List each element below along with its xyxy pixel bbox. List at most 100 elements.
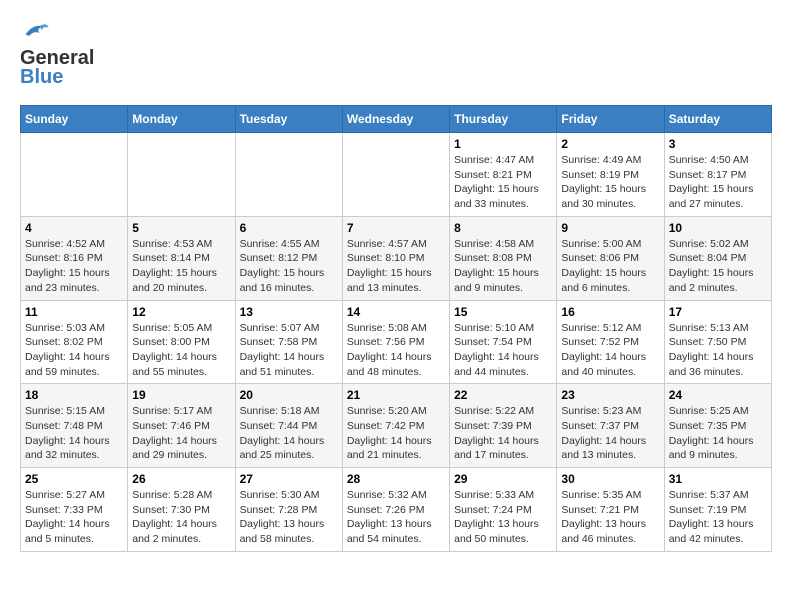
day-info: Sunrise: 4:53 AM Sunset: 8:14 PM Dayligh… (132, 237, 230, 296)
calendar-day-cell: 23 Sunrise: 5:23 AM Sunset: 7:37 PM Dayli… (557, 384, 664, 468)
day-info: Sunrise: 4:58 AM Sunset: 8:08 PM Dayligh… (454, 237, 552, 296)
calendar-day-cell: 21 Sunrise: 5:20 AM Sunset: 7:42 PM Dayli… (342, 384, 449, 468)
day-number: 23 (561, 388, 659, 402)
calendar-day-cell: 13 Sunrise: 5:07 AM Sunset: 7:58 PM Dayli… (235, 300, 342, 384)
calendar-day-cell: 3 Sunrise: 4:50 AM Sunset: 8:17 PM Daylig… (664, 133, 771, 217)
day-number: 14 (347, 305, 445, 319)
day-info: Sunrise: 5:27 AM Sunset: 7:33 PM Dayligh… (25, 488, 123, 547)
page-header: General Blue (20, 20, 772, 89)
calendar-day-cell: 11 Sunrise: 5:03 AM Sunset: 8:02 PM Dayli… (21, 300, 128, 384)
calendar-day-cell: 20 Sunrise: 5:18 AM Sunset: 7:44 PM Dayli… (235, 384, 342, 468)
calendar-day-cell (128, 133, 235, 217)
day-info: Sunrise: 5:32 AM Sunset: 7:26 PM Dayligh… (347, 488, 445, 547)
calendar-day-cell: 1 Sunrise: 4:47 AM Sunset: 8:21 PM Daylig… (450, 133, 557, 217)
day-info: Sunrise: 4:50 AM Sunset: 8:17 PM Dayligh… (669, 153, 767, 212)
calendar-body: 1 Sunrise: 4:47 AM Sunset: 8:21 PM Daylig… (21, 133, 772, 552)
calendar-day-cell: 6Sunrise: 4:55 AM Sunset: 8:12 PM Daylig… (235, 216, 342, 300)
day-info: Sunrise: 4:52 AM Sunset: 8:16 PM Dayligh… (25, 237, 123, 296)
day-number: 10 (669, 221, 767, 235)
day-number: 29 (454, 472, 552, 486)
day-info: Sunrise: 5:37 AM Sunset: 7:19 PM Dayligh… (669, 488, 767, 547)
day-number: 16 (561, 305, 659, 319)
day-info: Sunrise: 4:49 AM Sunset: 8:19 PM Dayligh… (561, 153, 659, 212)
day-number: 30 (561, 472, 659, 486)
weekday-header-cell: Wednesday (342, 106, 449, 133)
day-number: 3 (669, 137, 767, 151)
day-info: Sunrise: 5:10 AM Sunset: 7:54 PM Dayligh… (454, 321, 552, 380)
calendar-day-cell: 29 Sunrise: 5:33 AM Sunset: 7:24 PM Dayli… (450, 468, 557, 552)
calendar-day-cell: 28 Sunrise: 5:32 AM Sunset: 7:26 PM Dayli… (342, 468, 449, 552)
day-info: Sunrise: 5:08 AM Sunset: 7:56 PM Dayligh… (347, 321, 445, 380)
day-info: Sunrise: 5:13 AM Sunset: 7:50 PM Dayligh… (669, 321, 767, 380)
calendar-week-row: 1 Sunrise: 4:47 AM Sunset: 8:21 PM Daylig… (21, 133, 772, 217)
calendar-day-cell: 18 Sunrise: 5:15 AM Sunset: 7:48 PM Dayli… (21, 384, 128, 468)
calendar-day-cell: 19 Sunrise: 5:17 AM Sunset: 7:46 PM Dayli… (128, 384, 235, 468)
calendar-day-cell: 17 Sunrise: 5:13 AM Sunset: 7:50 PM Dayli… (664, 300, 771, 384)
day-number: 25 (25, 472, 123, 486)
day-number: 28 (347, 472, 445, 486)
day-number: 8 (454, 221, 552, 235)
day-number: 13 (240, 305, 338, 319)
day-number: 4 (25, 221, 123, 235)
day-info: Sunrise: 5:07 AM Sunset: 7:58 PM Dayligh… (240, 321, 338, 380)
day-info: Sunrise: 5:03 AM Sunset: 8:02 PM Dayligh… (25, 321, 123, 380)
day-number: 21 (347, 388, 445, 402)
day-info: Sunrise: 5:20 AM Sunset: 7:42 PM Dayligh… (347, 404, 445, 463)
calendar-day-cell (342, 133, 449, 217)
weekday-header-cell: Tuesday (235, 106, 342, 133)
day-info: Sunrise: 5:35 AM Sunset: 7:21 PM Dayligh… (561, 488, 659, 547)
weekday-header-cell: Saturday (664, 106, 771, 133)
calendar-day-cell: 15Sunrise: 5:10 AM Sunset: 7:54 PM Dayli… (450, 300, 557, 384)
day-number: 31 (669, 472, 767, 486)
day-info: Sunrise: 5:15 AM Sunset: 7:48 PM Dayligh… (25, 404, 123, 463)
day-info: Sunrise: 5:18 AM Sunset: 7:44 PM Dayligh… (240, 404, 338, 463)
calendar-day-cell: 7 Sunrise: 4:57 AM Sunset: 8:10 PM Daylig… (342, 216, 449, 300)
day-number: 18 (25, 388, 123, 402)
day-info: Sunrise: 5:00 AM Sunset: 8:06 PM Dayligh… (561, 237, 659, 296)
calendar-day-cell: 2Sunrise: 4:49 AM Sunset: 8:19 PM Daylig… (557, 133, 664, 217)
day-info: Sunrise: 5:28 AM Sunset: 7:30 PM Dayligh… (132, 488, 230, 547)
logo: General Blue (20, 20, 94, 89)
day-info: Sunrise: 5:22 AM Sunset: 7:39 PM Dayligh… (454, 404, 552, 463)
day-number: 27 (240, 472, 338, 486)
calendar-day-cell: 27Sunrise: 5:30 AM Sunset: 7:28 PM Dayli… (235, 468, 342, 552)
calendar-day-cell: 31 Sunrise: 5:37 AM Sunset: 7:19 PM Dayli… (664, 468, 771, 552)
day-info: Sunrise: 5:12 AM Sunset: 7:52 PM Dayligh… (561, 321, 659, 380)
day-number: 11 (25, 305, 123, 319)
day-info: Sunrise: 4:47 AM Sunset: 8:21 PM Dayligh… (454, 153, 552, 212)
calendar-week-row: 18 Sunrise: 5:15 AM Sunset: 7:48 PM Dayli… (21, 384, 772, 468)
calendar-week-row: 11 Sunrise: 5:03 AM Sunset: 8:02 PM Dayli… (21, 300, 772, 384)
calendar-day-cell: 22 Sunrise: 5:22 AM Sunset: 7:39 PM Dayli… (450, 384, 557, 468)
logo-icon (22, 20, 50, 42)
weekday-header-cell: Sunday (21, 106, 128, 133)
calendar-day-cell: 30 Sunrise: 5:35 AM Sunset: 7:21 PM Dayli… (557, 468, 664, 552)
day-info: Sunrise: 5:17 AM Sunset: 7:46 PM Dayligh… (132, 404, 230, 463)
day-number: 20 (240, 388, 338, 402)
calendar-week-row: 25 Sunrise: 5:27 AM Sunset: 7:33 PM Dayli… (21, 468, 772, 552)
weekday-header-cell: Thursday (450, 106, 557, 133)
day-number: 17 (669, 305, 767, 319)
day-info: Sunrise: 5:33 AM Sunset: 7:24 PM Dayligh… (454, 488, 552, 547)
day-info: Sunrise: 5:02 AM Sunset: 8:04 PM Dayligh… (669, 237, 767, 296)
day-info: Sunrise: 4:57 AM Sunset: 8:10 PM Dayligh… (347, 237, 445, 296)
calendar-day-cell (21, 133, 128, 217)
weekday-header-cell: Friday (557, 106, 664, 133)
calendar-day-cell: 8 Sunrise: 4:58 AM Sunset: 8:08 PM Daylig… (450, 216, 557, 300)
calendar-day-cell: 25 Sunrise: 5:27 AM Sunset: 7:33 PM Dayli… (21, 468, 128, 552)
calendar-day-cell: 24Sunrise: 5:25 AM Sunset: 7:35 PM Dayli… (664, 384, 771, 468)
calendar-day-cell: 4 Sunrise: 4:52 AM Sunset: 8:16 PM Daylig… (21, 216, 128, 300)
weekday-header-cell: Monday (128, 106, 235, 133)
day-number: 7 (347, 221, 445, 235)
day-number: 22 (454, 388, 552, 402)
calendar-day-cell: 26Sunrise: 5:28 AM Sunset: 7:30 PM Dayli… (128, 468, 235, 552)
calendar-day-cell: 5Sunrise: 4:53 AM Sunset: 8:14 PM Daylig… (128, 216, 235, 300)
day-info: Sunrise: 4:55 AM Sunset: 8:12 PM Dayligh… (240, 237, 338, 296)
day-number: 19 (132, 388, 230, 402)
day-number: 1 (454, 137, 552, 151)
calendar-week-row: 4 Sunrise: 4:52 AM Sunset: 8:16 PM Daylig… (21, 216, 772, 300)
day-info: Sunrise: 5:25 AM Sunset: 7:35 PM Dayligh… (669, 404, 767, 463)
weekday-header-row: SundayMondayTuesdayWednesdayThursdayFrid… (21, 106, 772, 133)
calendar-day-cell (235, 133, 342, 217)
day-info: Sunrise: 5:23 AM Sunset: 7:37 PM Dayligh… (561, 404, 659, 463)
day-number: 9 (561, 221, 659, 235)
